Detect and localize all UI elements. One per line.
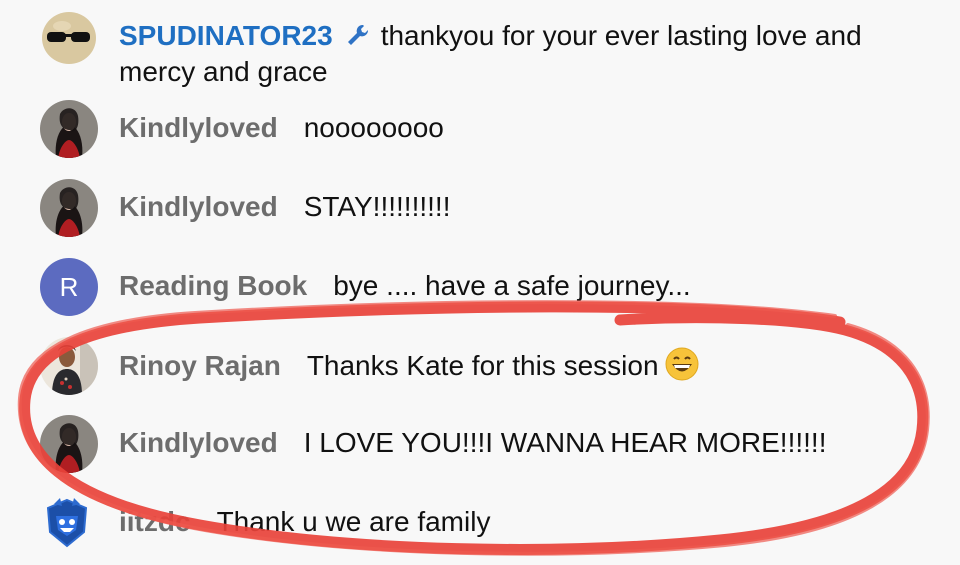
author-name[interactable]: Kindlyloved [119,112,278,143]
message-text: Thank u we are family [216,506,491,537]
message-text-block: Kindlyloved noooooooo [119,110,930,146]
author-name[interactable]: Kindlyloved [119,427,278,458]
author-name[interactable]: Rinoy Rajan [119,350,281,381]
message-text: noooooooo [303,112,444,143]
chat-message: SPUDINATOR23 thankyou for your ever lasti… [40,8,940,87]
message-text-block: Rinoy Rajan Thanks Kate for this session [119,347,930,384]
message-text-block: iitzdc Thank u we are family [119,504,930,540]
chat-message: Kindlyloved noooooooo [40,100,940,160]
message-text-block: Kindlyloved I LOVE YOU!!!I WANNA HEAR MOR… [119,425,930,461]
avatar[interactable] [40,179,98,237]
live-chat-list: SPUDINATOR23 thankyou for your ever lasti… [0,0,960,565]
author-name[interactable]: Kindlyloved [119,191,278,222]
message-text-block: Reading Book bye .... have a safe journey… [119,268,930,304]
avatar[interactable] [40,337,98,395]
author-name[interactable]: Reading Book [119,270,307,301]
wrench-icon [345,21,371,47]
avatar[interactable] [40,496,94,550]
message-text-block: SPUDINATOR23 thankyou for your ever lasti… [119,18,930,90]
message-text-block: Kindlyloved STAY!!!!!!!!!! [119,189,930,225]
chat-message: Rinoy Rajan Thanks Kate for this session [40,337,940,397]
grinning-face-emoji [665,347,699,381]
chat-message: R Reading Book bye .... have a safe journ… [40,258,940,318]
author-name[interactable]: SPUDINATOR23 [119,20,333,51]
chat-message: Kindlyloved STAY!!!!!!!!!! [40,179,940,239]
message-text: Thanks Kate for this session [306,350,659,381]
message-text: I LOVE YOU!!!I WANNA HEAR MORE!!!!!! [303,427,827,458]
author-name[interactable]: iitzdc [119,506,191,537]
avatar[interactable] [40,415,98,473]
avatar[interactable] [40,100,98,158]
message-text: STAY!!!!!!!!!! [303,191,451,222]
chat-message: Kindlyloved I LOVE YOU!!!I WANNA HEAR MOR… [40,415,940,475]
avatar[interactable] [40,8,98,66]
message-text: bye .... have a safe journey... [333,270,691,301]
chat-message: iitzdc Thank u we are family [40,494,940,554]
avatar[interactable]: R [40,258,98,316]
